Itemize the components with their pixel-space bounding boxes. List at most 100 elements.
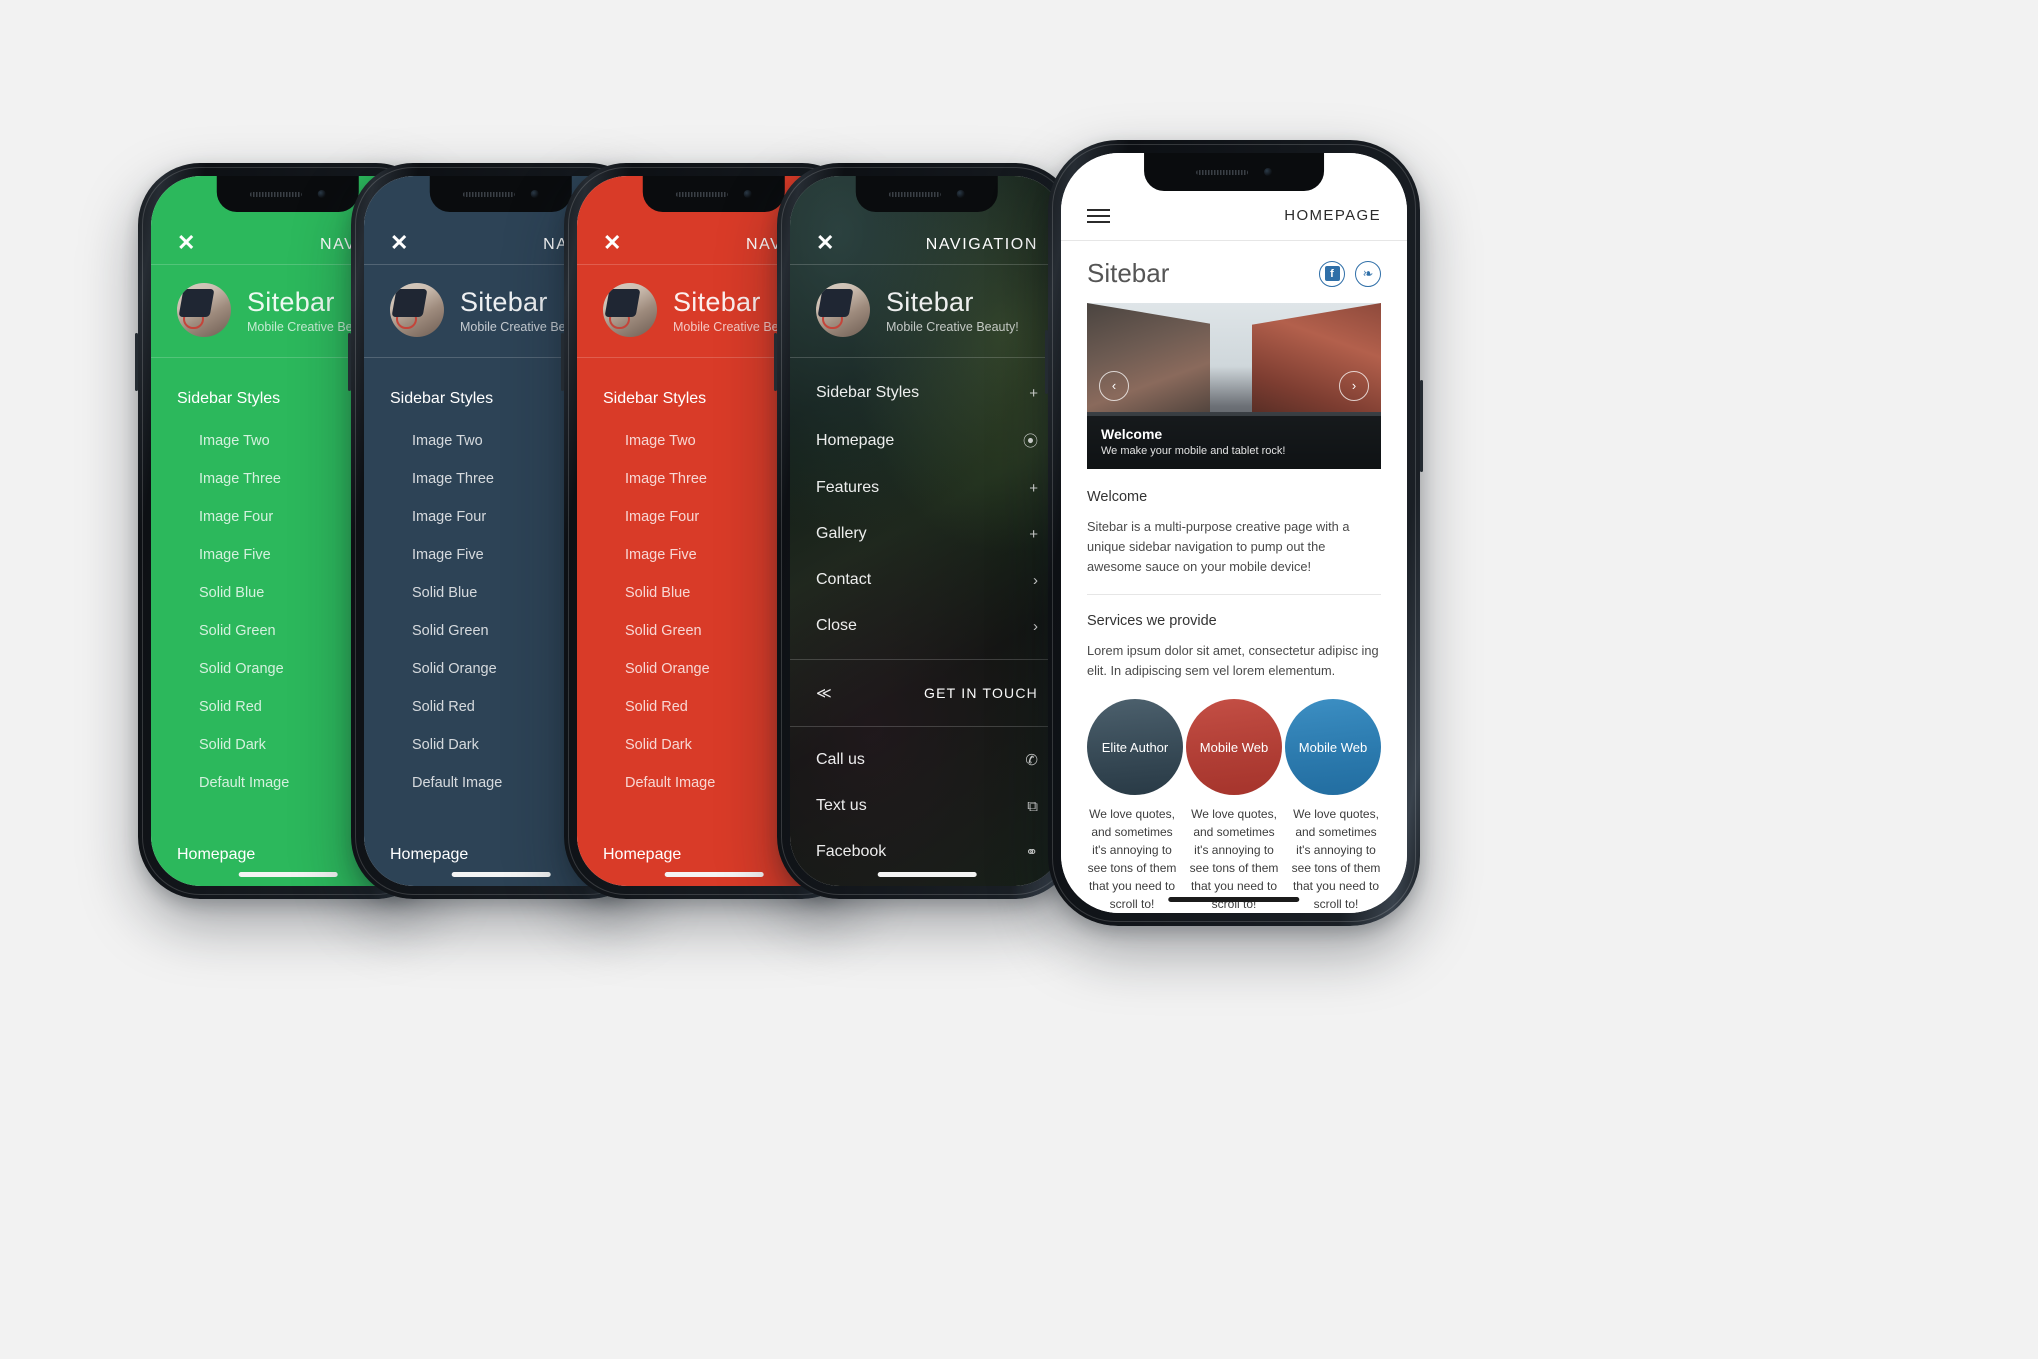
volume-buttons[interactable] (348, 333, 351, 391)
site-title: Sitebar (1087, 258, 1170, 288)
notch (1144, 153, 1324, 191)
avatar (177, 283, 231, 337)
speaker-icon (1196, 169, 1248, 175)
contact-item-call-us[interactable]: Call us ✆ (790, 737, 1064, 783)
camera-icon (531, 190, 539, 198)
hero-caption-text: We make your mobile and tablet rock! (1101, 444, 1286, 457)
volume-buttons[interactable] (135, 333, 138, 391)
home-indicator[interactable] (451, 872, 551, 877)
notch (855, 176, 999, 212)
phone-homepage: HOMEPAGE Sitebar f ❧ ‹ › Welcome We make… (1045, 140, 1423, 926)
speaker-icon (250, 191, 302, 197)
divider (790, 659, 1064, 660)
link-icon[interactable]: ⚭ (1025, 843, 1038, 861)
close-icon[interactable]: ✕ (390, 232, 408, 254)
volume-buttons[interactable] (1045, 330, 1048, 394)
close-icon[interactable]: ✕ (816, 232, 834, 254)
home-indicator[interactable] (238, 872, 338, 877)
brand-name: Sitebar (886, 286, 974, 317)
camera-icon (744, 190, 752, 198)
sidebar-nav-title: NAVIGATION (925, 236, 1038, 253)
menu-item-homepage[interactable]: Homepage ⦿ (790, 416, 1064, 465)
avatar (816, 283, 870, 337)
get-in-touch-label: GET IN TOUCH (924, 685, 1038, 701)
brand-text: Sitebar Mobile Creative Beauty! (886, 287, 1019, 334)
carousel-next-icon[interactable]: › (1339, 370, 1369, 401)
welcome-heading: Welcome (1087, 488, 1148, 505)
circle-label: Mobile Web (1199, 739, 1269, 755)
close-icon[interactable]: ✕ (177, 232, 195, 254)
hero-carousel[interactable]: ‹ › Welcome We make your mobile and tabl… (1087, 303, 1381, 469)
home-indicator[interactable] (877, 872, 977, 877)
camera-icon (1264, 168, 1272, 176)
page-title: HOMEPAGE (1284, 207, 1381, 224)
message-icon[interactable]: ⧉ (1027, 798, 1038, 815)
plus-icon[interactable]: + (1029, 526, 1038, 543)
power-button[interactable] (1420, 380, 1423, 472)
welcome-body: Sitebar is a multi-purpose creative page… (1087, 518, 1350, 574)
menu-label: Gallery (816, 525, 867, 542)
circle-label: Elite Author (1101, 739, 1169, 755)
menu-item-sidebar-styles[interactable]: Sidebar Styles + (790, 370, 1064, 416)
contact-item-facebook[interactable]: Facebook ⚭ (790, 829, 1064, 875)
service-circle-mobile-web-blue[interactable]: Mobile Web (1285, 699, 1381, 795)
menu-item-contact[interactable]: Contact › (790, 557, 1064, 603)
pin-icon[interactable]: ⦿ (1023, 430, 1038, 451)
speaker-icon (676, 191, 728, 197)
phone-dark: ✕ NAVIGATION Sitebar Mobile Creative Bea… (774, 163, 1077, 899)
contact-label: Facebook (816, 843, 887, 860)
facebook-glyph: f (1324, 266, 1340, 281)
mockup-stage: ✕ NAVIGAT Sitebar Mobile Creative Beauty… (0, 0, 2038, 1359)
hamburger-icon[interactable] (1087, 208, 1110, 223)
chevron-right-icon[interactable]: › (1033, 572, 1038, 589)
close-icon[interactable]: ✕ (603, 232, 621, 254)
contact-label: Text us (816, 797, 867, 814)
plus-icon[interactable]: + (1029, 385, 1038, 402)
quote-item: We love quotes, and sometimes it's annoy… (1291, 807, 1381, 911)
home-indicator[interactable] (1168, 897, 1300, 902)
menu-item-features[interactable]: Features + (790, 465, 1064, 511)
menu-label: Close (816, 617, 857, 634)
notch (429, 176, 573, 212)
phone-dark-screen: ✕ NAVIGATION Sitebar Mobile Creative Bea… (790, 176, 1064, 886)
chevron-right-icon[interactable]: › (1033, 618, 1038, 635)
speaker-icon (463, 191, 515, 197)
get-in-touch-header: ≪ GET IN TOUCH (790, 670, 1064, 716)
services-body: Lorem ipsum dolor sit amet, consectetur … (1087, 643, 1379, 679)
speaker-icon (889, 191, 941, 197)
volume-buttons[interactable] (561, 333, 564, 391)
menu-item-close[interactable]: Close › (790, 603, 1064, 649)
phone-icon[interactable]: ✆ (1025, 751, 1038, 769)
sidebar-dark: ✕ NAVIGATION Sitebar Mobile Creative Bea… (790, 176, 1064, 886)
camera-icon (318, 190, 326, 198)
contact-item-text-us[interactable]: Text us ⧉ (790, 783, 1064, 829)
service-circle-mobile-web-red[interactable]: Mobile Web (1186, 699, 1282, 795)
camera-icon (957, 190, 965, 198)
menu-label: Homepage (816, 431, 895, 449)
services-section: Services we provide Lorem ipsum dolor si… (1087, 594, 1381, 681)
home-indicator[interactable] (664, 872, 764, 877)
social-links: f ❧ (1319, 260, 1381, 287)
avatar (603, 283, 657, 337)
services-heading: Services we provide (1087, 613, 1217, 630)
quote-item: We love quotes, and sometimes it's annoy… (1087, 807, 1177, 911)
phone-homepage-screen: HOMEPAGE Sitebar f ❧ ‹ › Welcome We make… (1061, 153, 1407, 913)
facebook-icon[interactable]: f (1319, 260, 1345, 287)
service-circle-elite-author[interactable]: Elite Author (1087, 699, 1183, 795)
menu-item-gallery[interactable]: Gallery + (790, 511, 1064, 557)
menu-label: Sidebar Styles (816, 384, 920, 401)
welcome-section: Welcome Sitebar is a multi-purpose creat… (1061, 469, 1407, 576)
contact-label: Call us (816, 751, 865, 768)
carousel-prev-icon[interactable]: ‹ (1099, 370, 1129, 401)
hero-caption-title: Welcome (1101, 425, 1163, 442)
service-circles: Elite Author Mobile Web Mobile Web (1061, 681, 1407, 795)
volume-buttons[interactable] (774, 333, 777, 391)
twitter-icon[interactable]: ❧ (1355, 260, 1381, 287)
notch (642, 176, 786, 212)
homepage-content: HOMEPAGE Sitebar f ❧ ‹ › Welcome We make… (1061, 153, 1407, 913)
circle-label: Mobile Web (1298, 739, 1368, 755)
menu-label: Features (816, 479, 880, 496)
share-icon[interactable]: ≪ (816, 684, 833, 702)
plus-icon[interactable]: + (1029, 480, 1038, 497)
brand-tagline: Mobile Creative Beauty! (886, 319, 1019, 334)
